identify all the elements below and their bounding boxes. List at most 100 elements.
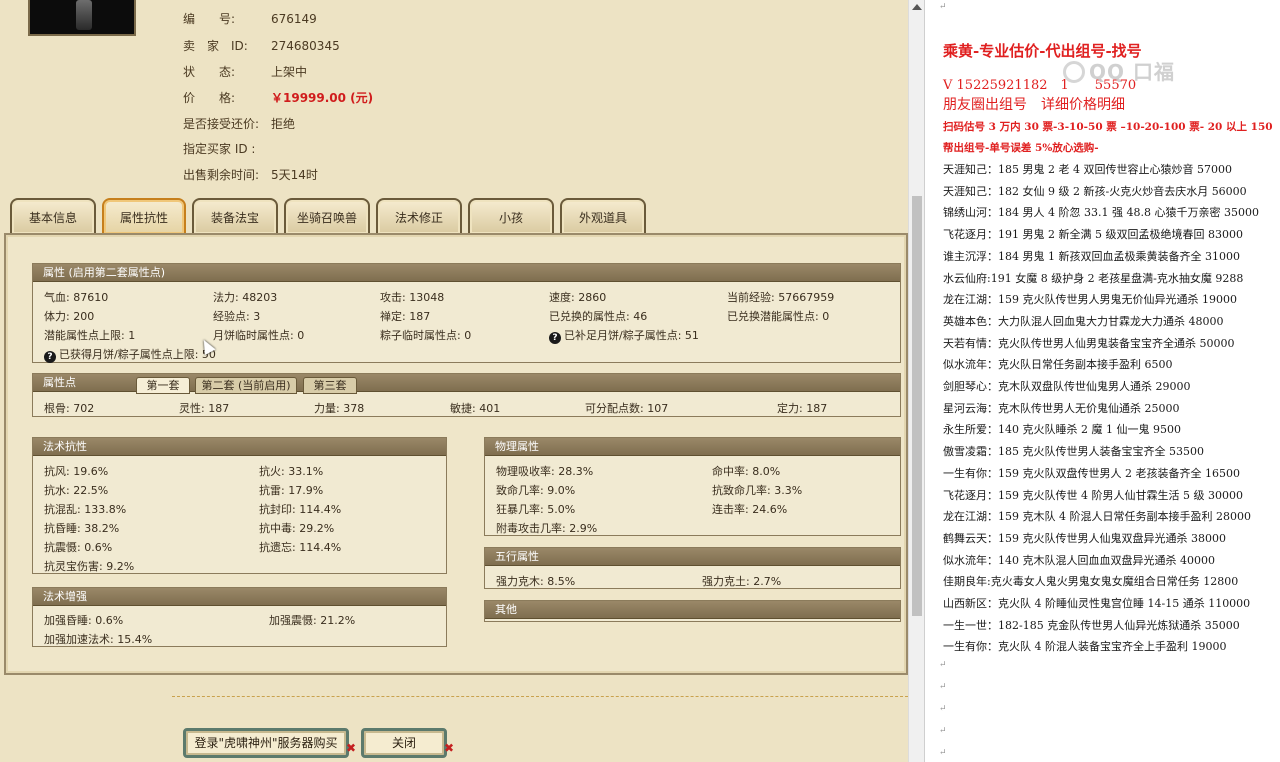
physical-cell: 致命几率: 9.0%	[496, 484, 576, 497]
subtab-set-2[interactable]: 第二套 (当前启用)	[195, 377, 297, 394]
scrollbar[interactable]	[908, 0, 924, 762]
doc-line: 一生一世：182-185 克金队传世男人仙异光炼狱通杀 35000	[943, 618, 1240, 632]
info-row-price: 价 格: ￥19999.00 (元)	[183, 89, 373, 106]
help-icon[interactable]: ?	[549, 332, 561, 344]
info-label: 出售剩余时间:	[183, 168, 260, 182]
doc-line: 飞花逐月：191 男鬼 2 新全满 5 级双回孟极绝境春回 83000	[943, 228, 1243, 242]
paragraph-mark: ↵	[939, 704, 947, 714]
info-row-bargain: 是否接受还价: 拒绝	[183, 115, 295, 132]
attr-cell: 禅定: 187	[380, 310, 431, 323]
attr-cell: 经验点: 3	[213, 310, 261, 323]
doc-line: 山西新区：克火队 4 阶睡仙灵性鬼宫位睡 14-15 通杀 110000	[943, 597, 1251, 610]
wuxing-title: 五行属性	[485, 548, 900, 566]
point-cell: 灵性: 187	[179, 402, 230, 415]
physical-title: 物理属性	[485, 438, 900, 456]
close-button[interactable]: 关闭 ✖	[361, 728, 454, 758]
point-cell: 力量: 378	[314, 402, 365, 415]
paragraph-mark: ↵	[939, 660, 947, 670]
doc-line: 飞花逐月：159 克火队传世 4 阶男人仙甘霖生活 5 级 30000	[943, 488, 1243, 502]
attr-cell: 体力: 200	[44, 310, 95, 323]
attr-cell: 攻击: 13048	[380, 291, 445, 304]
tab-equipment[interactable]: 装备法宝	[192, 198, 278, 234]
close-x-icon: ✖	[345, 741, 356, 755]
character-figure	[76, 0, 92, 30]
buy-button[interactable]: 登录"虎啸神州"服务器购买 ✖	[183, 728, 356, 758]
trade-detail-panel: 编 号: 676149 卖 家 ID: 274680345 状 态: 上架中 价 格:…	[0, 0, 908, 762]
doc-line: 永生所爱：140 克火队睡杀 2 魔 1 仙一鬼 9500	[943, 423, 1181, 437]
doc-line: 星河云海：克木队传世男人无价鬼仙通杀 25000	[943, 401, 1180, 415]
resist-cell: 抗雷: 17.9%	[259, 484, 324, 497]
attributes-section: 属性 (启用第二套属性点) 气血: 87610 法力: 48203 攻击: 13…	[32, 263, 901, 363]
doc-line: 谁主沉浮：184 男鬼 1 新孩双回血孟极乘黄装备齐全 31000	[943, 249, 1240, 263]
buy-button-label: 登录"虎啸神州"服务器购买	[194, 736, 338, 750]
attr-cell: 气血: 87610	[44, 291, 109, 304]
wuxing-cell: 强力克木: 8.5%	[496, 575, 576, 588]
subtab-set-1[interactable]: 第一套	[136, 377, 190, 394]
resist-cell: 抗封印: 114.4%	[259, 503, 342, 516]
tab-spell-correction[interactable]: 法术修正	[376, 198, 462, 234]
other-section: 其他	[484, 600, 901, 622]
resist-cell: 抗火: 33.1%	[259, 465, 324, 478]
character-portrait	[28, 0, 136, 36]
enhance-title: 法术增强	[33, 588, 446, 606]
scrollbar-thumb[interactable]	[912, 196, 922, 616]
tab-appearance[interactable]: 外观道具	[560, 198, 646, 234]
tab-mounts[interactable]: 坐骑召唤兽	[284, 198, 370, 234]
doc-line: 龙在江湖：159 克木队 4 阶混人日常任务副本接手盈利 28000	[943, 510, 1251, 524]
attr-cell: 月饼临时属性点: 0	[213, 329, 305, 342]
resist-cell: 抗昏睡: 38.2%	[44, 522, 120, 535]
other-title: 其他	[485, 601, 900, 619]
info-value: 上架中	[271, 65, 308, 79]
doc-line: 水云仙府:191 女魔 8 级护身 2 老孩星盘满-克水抽女魔 9288	[943, 271, 1244, 285]
scroll-up-icon[interactable]	[912, 4, 922, 10]
resist-cell: 抗风: 19.6%	[44, 465, 109, 478]
info-value: 676149	[271, 12, 317, 26]
attr-cell-cap: ? 已获得月饼/粽子属性点上限: 50	[44, 346, 216, 363]
resist-cell: 抗遗忘: 114.4%	[259, 541, 342, 554]
info-value: 拒绝	[271, 117, 296, 131]
doc-line: 英雄本色：大力队混人回血鬼大力甘霖龙大力通杀 48000	[943, 314, 1224, 328]
doc-line: 剑胆琴心：克木队双盘队传世仙鬼男人通杀 29000	[943, 380, 1191, 393]
divider	[172, 696, 908, 697]
doc-line: 鹤舞云天：159 克火队传世男人仙鬼双盘异光通杀 38000	[943, 531, 1226, 545]
watermark-text: QQ 口福	[1089, 60, 1175, 84]
attr-cell: 当前经验: 57667959	[727, 291, 835, 304]
enhance-cell: 加强震慑: 21.2%	[269, 614, 356, 627]
info-value: 5天14时	[271, 168, 318, 182]
attr-cell: 法力: 48203	[213, 291, 278, 304]
point-cell: 定力: 187	[777, 402, 828, 415]
doc-line: 一生有你：克火队 4 阶混人装备宝宝齐全上手盈利 19000	[943, 640, 1227, 654]
tab-child[interactable]: 小孩	[468, 198, 554, 234]
tab-basic-info[interactable]: 基本信息	[10, 198, 96, 234]
points-section: 属性点 第一套 第二套 (当前启用) 第三套 根骨: 702 灵性: 187 力…	[32, 373, 901, 417]
attr-cell: 粽子临时属性点: 0	[380, 329, 472, 342]
paragraph-mark: ↵	[939, 2, 947, 12]
attr-cell-bonus: ? 已补足月饼/粽子属性点: 51	[549, 327, 699, 344]
attr-cell: 已兑换的属性点: 46	[549, 310, 648, 323]
info-row-status: 状 态: 上架中	[183, 63, 307, 80]
info-row-time: 出售剩余时间: 5天14时	[183, 166, 318, 183]
resist-cell: 抗水: 22.5%	[44, 484, 109, 497]
doc-header-3: 朋友圈出组号 详细价格明细	[943, 97, 1125, 113]
info-row-id: 编 号: 676149	[183, 10, 317, 27]
doc-line: 佳期良年:克火毒女人鬼火男鬼女鬼女魔组合日常任务 12800	[943, 575, 1239, 589]
paragraph-mark: ↵	[939, 682, 947, 692]
price-document: ↵ 乘黄-专业估价-代出组号-找号 V 15225921182 1 55570 …	[924, 0, 1280, 762]
info-label: 编 号:	[183, 12, 236, 26]
resist-title: 法术抗性	[33, 438, 446, 456]
tab-attributes[interactable]: 属性抗性	[102, 198, 186, 234]
info-label: 卖 家 ID:	[183, 39, 248, 53]
resist-cell: 抗中毒: 29.2%	[259, 522, 335, 535]
subtab-set-3[interactable]: 第三套	[303, 377, 357, 394]
attr-cell: 已兑换潜能属性点: 0	[727, 310, 830, 323]
help-icon[interactable]: ?	[44, 351, 56, 363]
attr-cell: 潜能属性点上限: 1	[44, 329, 136, 342]
physical-cell: 抗致命几率: 3.3%	[712, 484, 803, 497]
physical-cell: 连击率: 24.6%	[712, 503, 788, 516]
attr-cell-text: 已补足月饼/粽子属性点: 51	[564, 329, 699, 342]
resist-cell: 抗震慑: 0.6%	[44, 541, 113, 554]
doc-line: 天若有情：克火队传世男人仙男鬼装备宝宝齐全通杀 50000	[943, 336, 1235, 350]
doc-line: 龙在江湖：159 克火队传世男人男鬼无价仙异光通杀 19000	[943, 293, 1237, 307]
resist-cell: 抗灵宝伤害: 9.2%	[44, 560, 135, 573]
info-label: 指定买家 ID :	[183, 142, 256, 156]
